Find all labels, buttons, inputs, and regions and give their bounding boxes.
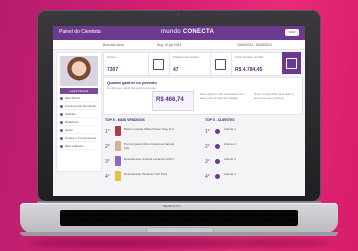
- product-name: Desodorante Colônia Lavanda 100ml: [124, 157, 174, 161]
- dashboard-icon: [60, 96, 63, 100]
- client-icon: [215, 129, 220, 134]
- sidebar-item-label: Cursos e Treinamentos: [65, 136, 97, 140]
- sidebar-item-label: Ajuda: [65, 128, 73, 132]
- sidebar-item-label: Meu Painel: [65, 96, 81, 100]
- list-item[interactable]: 4° Cliente 4: [205, 170, 300, 183]
- monitor-tile: [148, 52, 170, 76]
- client-icon: [215, 174, 220, 179]
- stat-value: R$ 4.784,45: [235, 67, 263, 73]
- earnings-title: Quanto ganhei no período: [107, 80, 157, 85]
- keyboard: [60, 210, 298, 226]
- client-name: Cliente 2: [224, 142, 236, 146]
- course-icon: [60, 136, 63, 140]
- stat-label: Total Vendido no Mês: [235, 55, 264, 59]
- earnings-note: Seus ganhos são calculados com base nas …: [200, 92, 245, 100]
- product-thumbnail: [115, 126, 121, 136]
- laptop-front-lip: [20, 232, 338, 236]
- tools-icon: [60, 104, 63, 108]
- sidebar-item-cadastro[interactable]: Meu Cadastro: [60, 143, 98, 150]
- list-item[interactable]: 2° Cliente 2: [205, 140, 300, 153]
- stat-card-points: Pontos 7307: [103, 52, 149, 76]
- rank-number: 2°: [205, 144, 210, 150]
- product-name: Pó Compacto Ultra Cobertura Natural 10g: [124, 142, 175, 150]
- user-icon: [60, 144, 63, 148]
- report-icon: [60, 120, 63, 124]
- rank-number: 3°: [205, 159, 210, 165]
- sidebar-item-painel[interactable]: Meu Painel: [60, 95, 98, 102]
- help-icon: [60, 128, 63, 132]
- main-content: Pontos 7307 Pedidos Aprovados 47 Total V…: [103, 52, 303, 192]
- avatar: [60, 56, 98, 86]
- list-item[interactable]: 3° Desodorante Colônia Lavanda 100ml: [105, 155, 200, 168]
- client-name: Cliente 1: [224, 127, 236, 131]
- sidebar-item-label: Meu Cadastro: [65, 144, 84, 148]
- logout-button[interactable]: SAIR: [285, 29, 299, 36]
- list-item[interactable]: 4° Desodorante Perfume Tutti 75ml: [105, 170, 200, 183]
- sidebar-item-label: Ferramentas de Venda: [65, 104, 96, 108]
- sub-header: Bom dia Laura Seg, 10 jun 2024 10/06/202…: [53, 40, 305, 50]
- product-thumbnail: [115, 171, 121, 181]
- earnings-subtitle: Confira seu saldo de ganhos do mês: [107, 86, 156, 90]
- webcam: [177, 13, 180, 16]
- laptop-lid: Painel do Cientista mundo CONECTA SAIR B…: [37, 10, 321, 202]
- monitor-icon: [153, 59, 164, 70]
- brand-logo: mundo CONECTA: [161, 29, 214, 35]
- client-icon: [215, 144, 220, 149]
- earnings-tip: Dica: compartilhe seus links e aumente s…: [254, 92, 294, 100]
- shopping-bag-icon: [215, 59, 226, 70]
- money-icon: [286, 58, 297, 69]
- stat-card-sales: Total Vendido no Mês R$ 4.784,45: [231, 52, 283, 76]
- top-clients-heading: TOP 5 - CLIENTES: [205, 118, 235, 122]
- period-select[interactable]: 10/06/2024 - 30/06/2024: [237, 43, 272, 47]
- rank-number: 2°: [105, 144, 110, 150]
- sidebar-item-pedidos[interactable]: Pedidos: [60, 111, 98, 118]
- stat-label: Pontos: [107, 55, 117, 59]
- page-title: Painel do Cientista: [59, 29, 101, 35]
- earnings-panel: Quanto ganhei no período Confira seu sal…: [103, 77, 303, 115]
- greeting-text: Bom dia Laura: [103, 43, 124, 47]
- rank-number: 4°: [205, 174, 210, 180]
- client-name: Cliente 4: [224, 172, 236, 176]
- product-thumbnail: [115, 156, 121, 166]
- sidebar-item-label: Relatórios: [65, 120, 79, 124]
- model-label: MacBook Pro: [163, 204, 182, 208]
- sidebar-item-relatorios[interactable]: Relatórios: [60, 119, 98, 126]
- stat-value: 47: [173, 67, 179, 73]
- laptop-shadow: [30, 238, 330, 248]
- list-item[interactable]: 3° Cliente 3: [205, 155, 300, 168]
- product-name: Desodorante Perfume Tutti 75ml: [124, 172, 168, 176]
- stat-value: 7307: [107, 67, 119, 73]
- top-products-heading: TOP 5 - MAIS VENDIDOS: [105, 118, 145, 122]
- list-item[interactable]: 1° Cliente 1: [205, 125, 300, 138]
- cart-icon: [60, 112, 63, 116]
- sidebar-item-label: Pedidos: [65, 112, 76, 116]
- app-header: Painel do Cientista mundo CONECTA SAIR: [53, 26, 305, 40]
- rank-number: 3°: [105, 159, 110, 165]
- sidebar-item-ajuda[interactable]: Ajuda: [60, 127, 98, 134]
- money-tile: [282, 52, 301, 74]
- laptop-screen: Painel do Cientista mundo CONECTA SAIR B…: [53, 26, 305, 196]
- client-icon: [215, 159, 220, 164]
- sidebar-item-ferramentas[interactable]: Ferramentas de Venda: [60, 103, 98, 110]
- rank-number: 4°: [105, 174, 110, 180]
- list-item[interactable]: 1° Batom Líquido Matte Power Stay 4ml: [105, 125, 200, 138]
- stat-card-orders: Pedidos Aprovados 47: [169, 52, 211, 76]
- profile-name: Laura Oliveira: [60, 88, 98, 94]
- client-name: Cliente 3: [224, 157, 236, 161]
- sidebar-item-cursos[interactable]: Cursos e Treinamentos: [60, 135, 98, 142]
- bag-tile: [210, 52, 232, 76]
- brand-name: CONECTA: [182, 29, 215, 35]
- product-thumbnail: [115, 141, 121, 151]
- earnings-value: R$ 466,74: [156, 97, 184, 103]
- sidebar: Laura Oliveira Meu Painel Ferramentas de…: [56, 52, 102, 172]
- stat-label: Pedidos Aprovados: [173, 55, 199, 59]
- product-name: Batom Líquido Matte Power Stay 4ml: [124, 127, 174, 131]
- date-text: Seg, 10 jun 2024: [157, 43, 182, 47]
- rank-number: 1°: [205, 129, 210, 135]
- brand-prefix: mundo: [161, 29, 181, 35]
- rank-number: 1°: [105, 129, 110, 135]
- list-item[interactable]: 2° Pó Compacto Ultra Cobertura Natural 1…: [105, 140, 200, 153]
